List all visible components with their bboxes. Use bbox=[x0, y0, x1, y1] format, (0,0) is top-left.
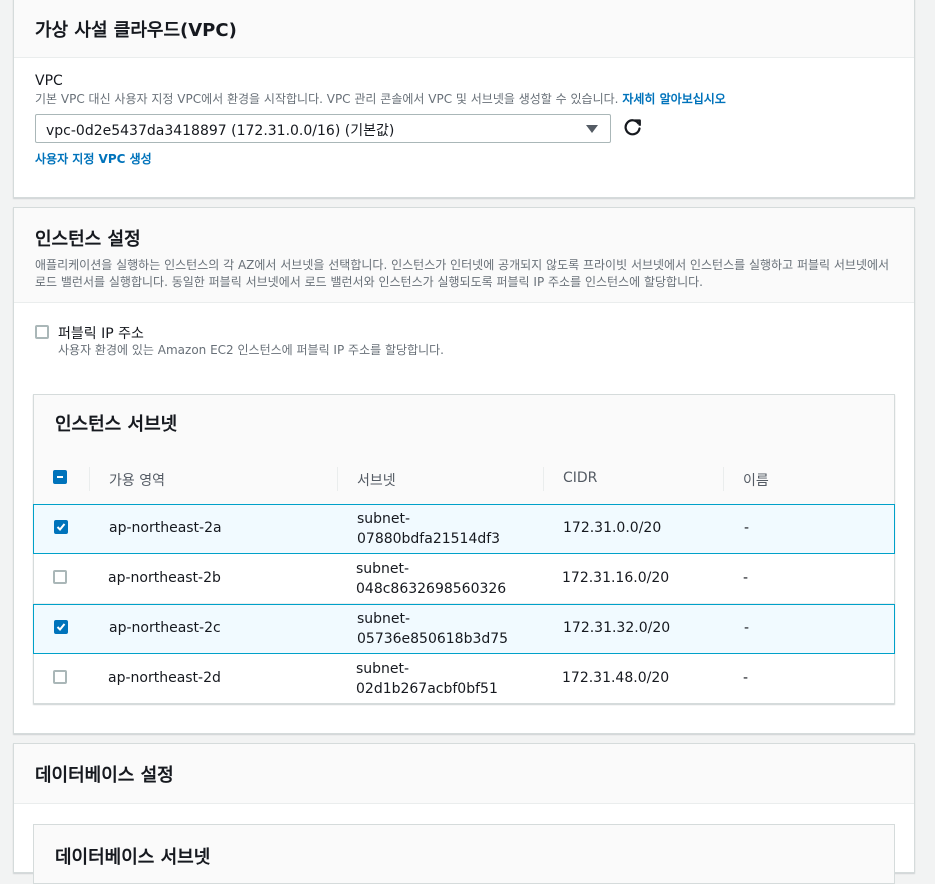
row-az: ap-northeast-2a bbox=[109, 520, 222, 536]
public-ip-label: 퍼블릭 IP 주소 bbox=[58, 326, 144, 342]
column-divider bbox=[337, 467, 338, 491]
row-cidr: 172.31.32.0/20 bbox=[563, 620, 671, 636]
vpc-select[interactable]: vpc-0d2e5437da3418897 (172.31.0.0/16) (기… bbox=[35, 114, 611, 143]
table-row[interactable]: ap-northeast-2b subnet- 048c8632698560326… bbox=[34, 554, 894, 604]
vpc-select-value: vpc-0d2e5437da3418897 (172.31.0.0/16) (기… bbox=[46, 123, 395, 139]
column-header-name[interactable]: 이름 bbox=[743, 470, 769, 490]
column-divider bbox=[89, 467, 90, 491]
row-subnet: subnet- 07880bdfa21514df3 bbox=[357, 511, 501, 547]
database-panel-title: 데이터베이스 설정 bbox=[35, 765, 174, 786]
select-all-checkbox[interactable] bbox=[53, 470, 67, 484]
database-subnet-title: 데이터베이스 서브넷 bbox=[55, 847, 211, 868]
column-divider bbox=[723, 467, 724, 491]
row-checkbox[interactable] bbox=[53, 570, 67, 584]
row-name: - bbox=[743, 670, 749, 686]
subnet-table-header: 인스턴스 서브넷 bbox=[34, 395, 894, 455]
public-ip-checkbox[interactable] bbox=[35, 325, 49, 339]
instance-panel-description: 애플리케이션을 실행하는 인스턴스의 각 AZ에서 서브넷을 선택합니다. 인스… bbox=[35, 258, 890, 289]
database-subnet-table: 데이터베이스 서브넷 bbox=[33, 824, 895, 884]
learn-more-link[interactable]: 자세히 알아보십시오 bbox=[622, 92, 726, 106]
row-cidr: 172.31.48.0/20 bbox=[562, 670, 670, 686]
vpc-description-text: 기본 VPC 대신 사용자 지정 VPC에서 환경을 시작합니다. VPC 관리… bbox=[35, 92, 619, 106]
instance-subnet-table: 인스턴스 서브넷 가용 영역 서브넷 CIDR 이름 ap-northeast-… bbox=[33, 394, 895, 704]
table-row[interactable]: ap-northeast-2d subnet- 02d1b267acbf0bf51… bbox=[34, 654, 894, 704]
refresh-icon bbox=[624, 119, 641, 136]
row-name: - bbox=[744, 620, 750, 636]
row-cidr: 172.31.0.0/20 bbox=[563, 520, 662, 536]
column-header-az[interactable]: 가용 영역 bbox=[109, 470, 165, 490]
caret-down-icon bbox=[586, 125, 598, 133]
row-checkbox[interactable] bbox=[53, 670, 67, 684]
public-ip-description: 사용자 환경에 있는 Amazon EC2 인스턴스에 퍼블릭 IP 주소를 할… bbox=[58, 343, 444, 357]
column-header-cidr[interactable]: CIDR bbox=[563, 470, 597, 486]
vpc-panel-title: 가상 사설 클라우드(VPC) bbox=[35, 20, 237, 41]
row-subnet: subnet- 048c8632698560326 bbox=[356, 561, 507, 597]
database-settings-panel: 데이터베이스 설정 데이터베이스 서브넷 bbox=[13, 743, 915, 884]
create-custom-vpc-link[interactable]: 사용자 지정 VPC 생성 bbox=[35, 150, 152, 167]
row-name: - bbox=[743, 570, 749, 586]
database-panel-header: 데이터베이스 설정 bbox=[14, 744, 914, 804]
refresh-button[interactable] bbox=[623, 116, 643, 138]
subnet-table-title: 인스턴스 서브넷 bbox=[55, 414, 178, 435]
vpc-panel: 가상 사설 클라우드(VPC) VPC 기본 VPC 대신 사용자 지정 VPC… bbox=[13, 0, 915, 198]
instance-panel-header: 인스턴스 설정 애플리케이션을 실행하는 인스턴스의 각 AZ에서 서브넷을 선… bbox=[14, 208, 914, 303]
table-row[interactable]: ap-northeast-2c subnet- 05736e850618b3d75… bbox=[33, 604, 895, 654]
row-name: - bbox=[744, 520, 750, 536]
instance-settings-panel: 인스턴스 설정 애플리케이션을 실행하는 인스턴스의 각 AZ에서 서브넷을 선… bbox=[13, 207, 915, 734]
row-checkbox[interactable] bbox=[54, 620, 68, 634]
vpc-description: 기본 VPC 대신 사용자 지정 VPC에서 환경을 시작합니다. VPC 관리… bbox=[35, 91, 726, 108]
row-checkbox[interactable] bbox=[54, 520, 68, 534]
column-header-subnet[interactable]: 서브넷 bbox=[357, 470, 396, 490]
instance-panel-title: 인스턴스 설정 bbox=[35, 229, 141, 250]
row-cidr: 172.31.16.0/20 bbox=[562, 570, 670, 586]
vpc-label: VPC bbox=[35, 73, 63, 89]
row-az: ap-northeast-2c bbox=[109, 620, 221, 636]
vpc-panel-header: 가상 사설 클라우드(VPC) bbox=[14, 0, 914, 58]
table-column-headers: 가용 영역 서브넷 CIDR 이름 bbox=[34, 455, 894, 505]
row-subnet: subnet- 05736e850618b3d75 bbox=[357, 611, 509, 647]
row-az: ap-northeast-2b bbox=[108, 570, 221, 586]
row-subnet: subnet- 02d1b267acbf0bf51 bbox=[356, 661, 498, 697]
row-az: ap-northeast-2d bbox=[108, 670, 221, 686]
table-row[interactable]: ap-northeast-2a subnet- 07880bdfa21514df3… bbox=[33, 504, 895, 554]
column-divider bbox=[543, 467, 544, 491]
